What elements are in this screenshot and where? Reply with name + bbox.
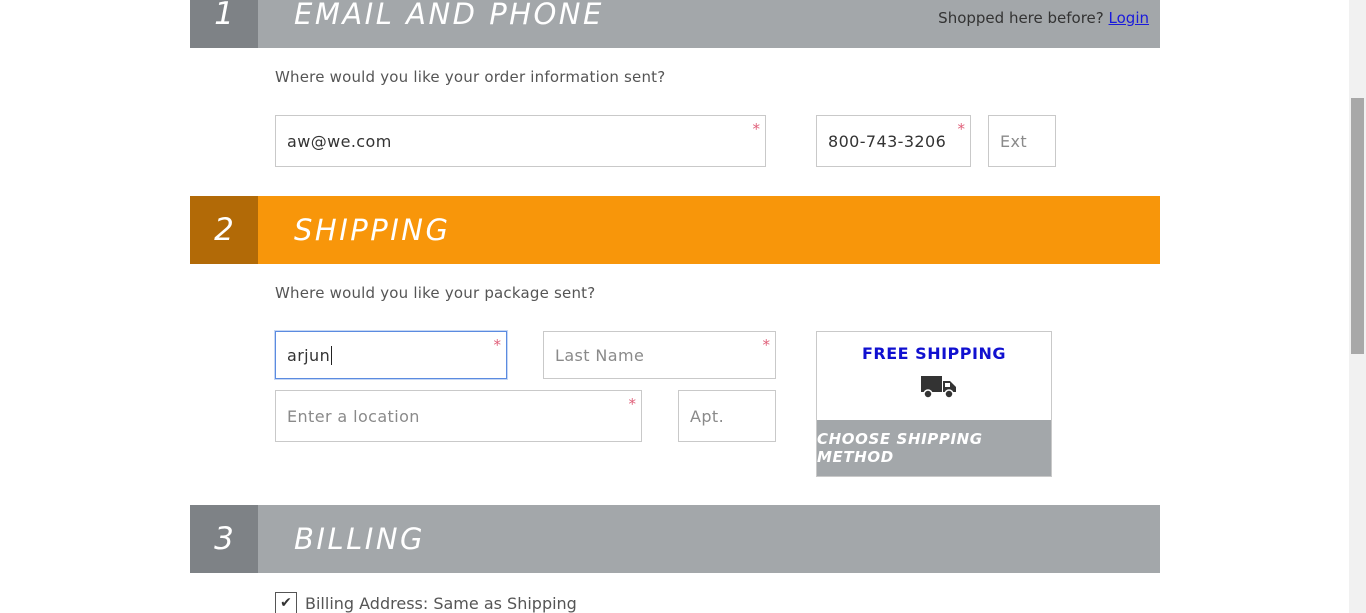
first-name-value-wrap: arjun	[287, 332, 333, 378]
apt-placeholder: Apt.	[690, 406, 725, 426]
section-header-billing: 3 BILLING	[190, 505, 1160, 573]
login-prompt-text: Shopped here before?	[938, 9, 1104, 27]
required-asterisk: *	[493, 336, 502, 354]
login-link[interactable]: Login	[1109, 9, 1149, 27]
phone-field[interactable]: 800-743-3206 *	[816, 115, 971, 167]
section-number: 2	[190, 196, 258, 264]
first-name-field[interactable]: arjun *	[275, 331, 507, 379]
section-title: SHIPPING	[294, 213, 451, 247]
email-value: aw@we.com	[287, 131, 392, 151]
truck-icon	[921, 376, 956, 399]
apt-field[interactable]: Apt.	[678, 390, 776, 442]
phone-value: 800-743-3206	[828, 131, 947, 151]
location-field[interactable]: Enter a location *	[275, 390, 642, 442]
required-asterisk: *	[957, 120, 966, 138]
first-name-value: arjun	[287, 345, 331, 365]
shipping-method-box: FREE SHIPPING CHOOSE SHIPPING METHOD	[816, 331, 1052, 477]
email-section-prompt: Where would you like your order informat…	[275, 68, 666, 86]
last-name-placeholder: Last Name	[555, 345, 645, 365]
section-header-email-phone: 1 EMAIL AND PHONE Shopped here before? L…	[190, 0, 1160, 48]
required-asterisk: *	[762, 336, 771, 354]
section-number: 1	[190, 0, 258, 48]
section-number: 3	[190, 505, 258, 573]
required-asterisk: *	[752, 120, 761, 138]
billing-same-as-shipping-label: Billing Address: Same as Shipping	[305, 593, 577, 613]
free-shipping-label: FREE SHIPPING	[862, 344, 1006, 363]
choose-shipping-method-button[interactable]: CHOOSE SHIPPING METHOD	[817, 420, 1051, 476]
location-placeholder: Enter a location	[287, 406, 420, 426]
scrollbar-thumb[interactable]	[1351, 98, 1364, 354]
vertical-scrollbar[interactable]	[1349, 0, 1366, 613]
section-title: EMAIL AND PHONE	[294, 0, 604, 31]
login-prompt: Shopped here before? Login	[938, 9, 1149, 27]
billing-same-as-shipping-row: ✔ Billing Address: Same as Shipping	[275, 592, 577, 613]
last-name-field[interactable]: Last Name *	[543, 331, 776, 379]
section-header-shipping: 2 SHIPPING	[190, 196, 1160, 264]
ext-placeholder: Ext	[1000, 131, 1028, 151]
required-asterisk: *	[628, 395, 637, 413]
email-field[interactable]: aw@we.com *	[275, 115, 766, 167]
check-mark-icon: ✔	[280, 595, 292, 611]
shipping-section-prompt: Where would you like your package sent?	[275, 284, 596, 302]
billing-same-as-shipping-checkbox[interactable]: ✔	[275, 592, 297, 613]
phone-ext-field[interactable]: Ext	[988, 115, 1056, 167]
section-title: BILLING	[294, 522, 425, 556]
text-caret	[331, 345, 333, 365]
